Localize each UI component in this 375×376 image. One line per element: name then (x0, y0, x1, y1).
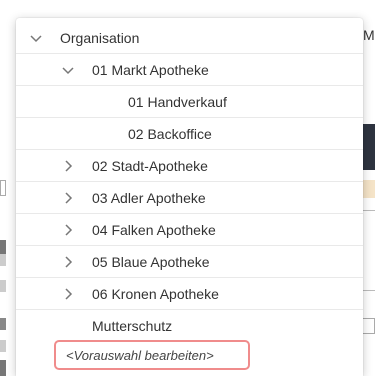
background-left-column (0, 360, 6, 376)
background-left-column (0, 180, 6, 196)
tree-item-01-markt-apotheke[interactable]: 01 Markt Apotheke (16, 54, 363, 86)
tree-item-label: 05 Blaue Apotheke (92, 253, 210, 270)
background-dark-bar (361, 124, 375, 170)
background-cell (361, 318, 375, 334)
tree-item-label: Organisation (60, 29, 140, 46)
tree-item-label: 02 Backoffice (128, 125, 212, 142)
tree-item-03-adler-apotheke[interactable]: 03 Adler Apotheke (16, 182, 363, 214)
background-left-column (0, 318, 6, 330)
edit-preselection-button[interactable]: <Vorauswahl bearbeiten> (54, 340, 250, 370)
tree-item-label: 04 Falken Apotheke (92, 221, 216, 238)
background-left-column (0, 240, 6, 254)
tree-item-label: 01 Markt Apotheke (92, 61, 209, 78)
tree-item-label: 06 Kronen Apotheke (92, 285, 219, 302)
background-left-column (0, 340, 6, 352)
tree-item-02-stadt-apotheke[interactable]: 02 Stadt-Apotheke (16, 150, 363, 182)
background-highlight-row (361, 180, 375, 198)
chevron-down-icon[interactable] (28, 30, 44, 46)
tree-item-organisation[interactable]: Organisation (16, 22, 363, 54)
background-column-header: M (363, 27, 375, 43)
background-grid-line (361, 210, 375, 211)
tree-item-04-falken-apotheke[interactable]: 04 Falken Apotheke (16, 214, 363, 246)
chevron-right-icon[interactable] (60, 286, 76, 302)
tree-item-05-blaue-apotheke[interactable]: 05 Blaue Apotheke (16, 246, 363, 278)
chevron-right-icon[interactable] (60, 190, 76, 206)
background-grid-line (361, 290, 375, 291)
organisation-dropdown: Organisation 01 Markt Apotheke 01 Handverk… (16, 18, 363, 376)
tree-item-01-handverkauf[interactable]: 01 Handverkauf (16, 86, 363, 118)
chevron-down-icon[interactable] (60, 62, 76, 78)
tree-item-label: Mutterschutz (92, 318, 173, 334)
tree-item-label: 01 Handverkauf (128, 93, 227, 110)
tree-item-02-backoffice[interactable]: 02 Backoffice (16, 118, 363, 150)
tree-item-mutterschutz[interactable]: Mutterschutz (16, 310, 363, 342)
tree-item-06-kronen-apotheke[interactable]: 06 Kronen Apotheke (16, 278, 363, 310)
tree-item-label: 02 Stadt-Apotheke (92, 157, 208, 174)
chevron-right-icon[interactable] (60, 222, 76, 238)
background-left-column (0, 254, 6, 266)
tree-item-label: 03 Adler Apotheke (92, 189, 206, 206)
background-left-column (0, 280, 6, 292)
chevron-right-icon[interactable] (60, 254, 76, 270)
chevron-right-icon[interactable] (60, 158, 76, 174)
